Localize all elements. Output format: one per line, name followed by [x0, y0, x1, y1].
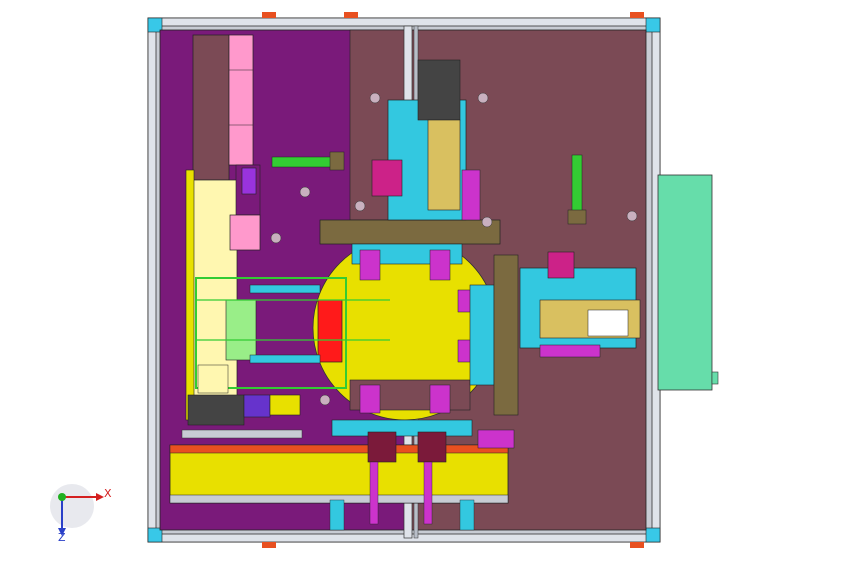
z-axis-label: Z: [58, 531, 66, 544]
side-control-panel: [657, 174, 719, 391]
cad-assembly-view: [50, 12, 719, 548]
x-axis-label: X: [104, 487, 112, 500]
coordinate-triad: [50, 484, 104, 536]
